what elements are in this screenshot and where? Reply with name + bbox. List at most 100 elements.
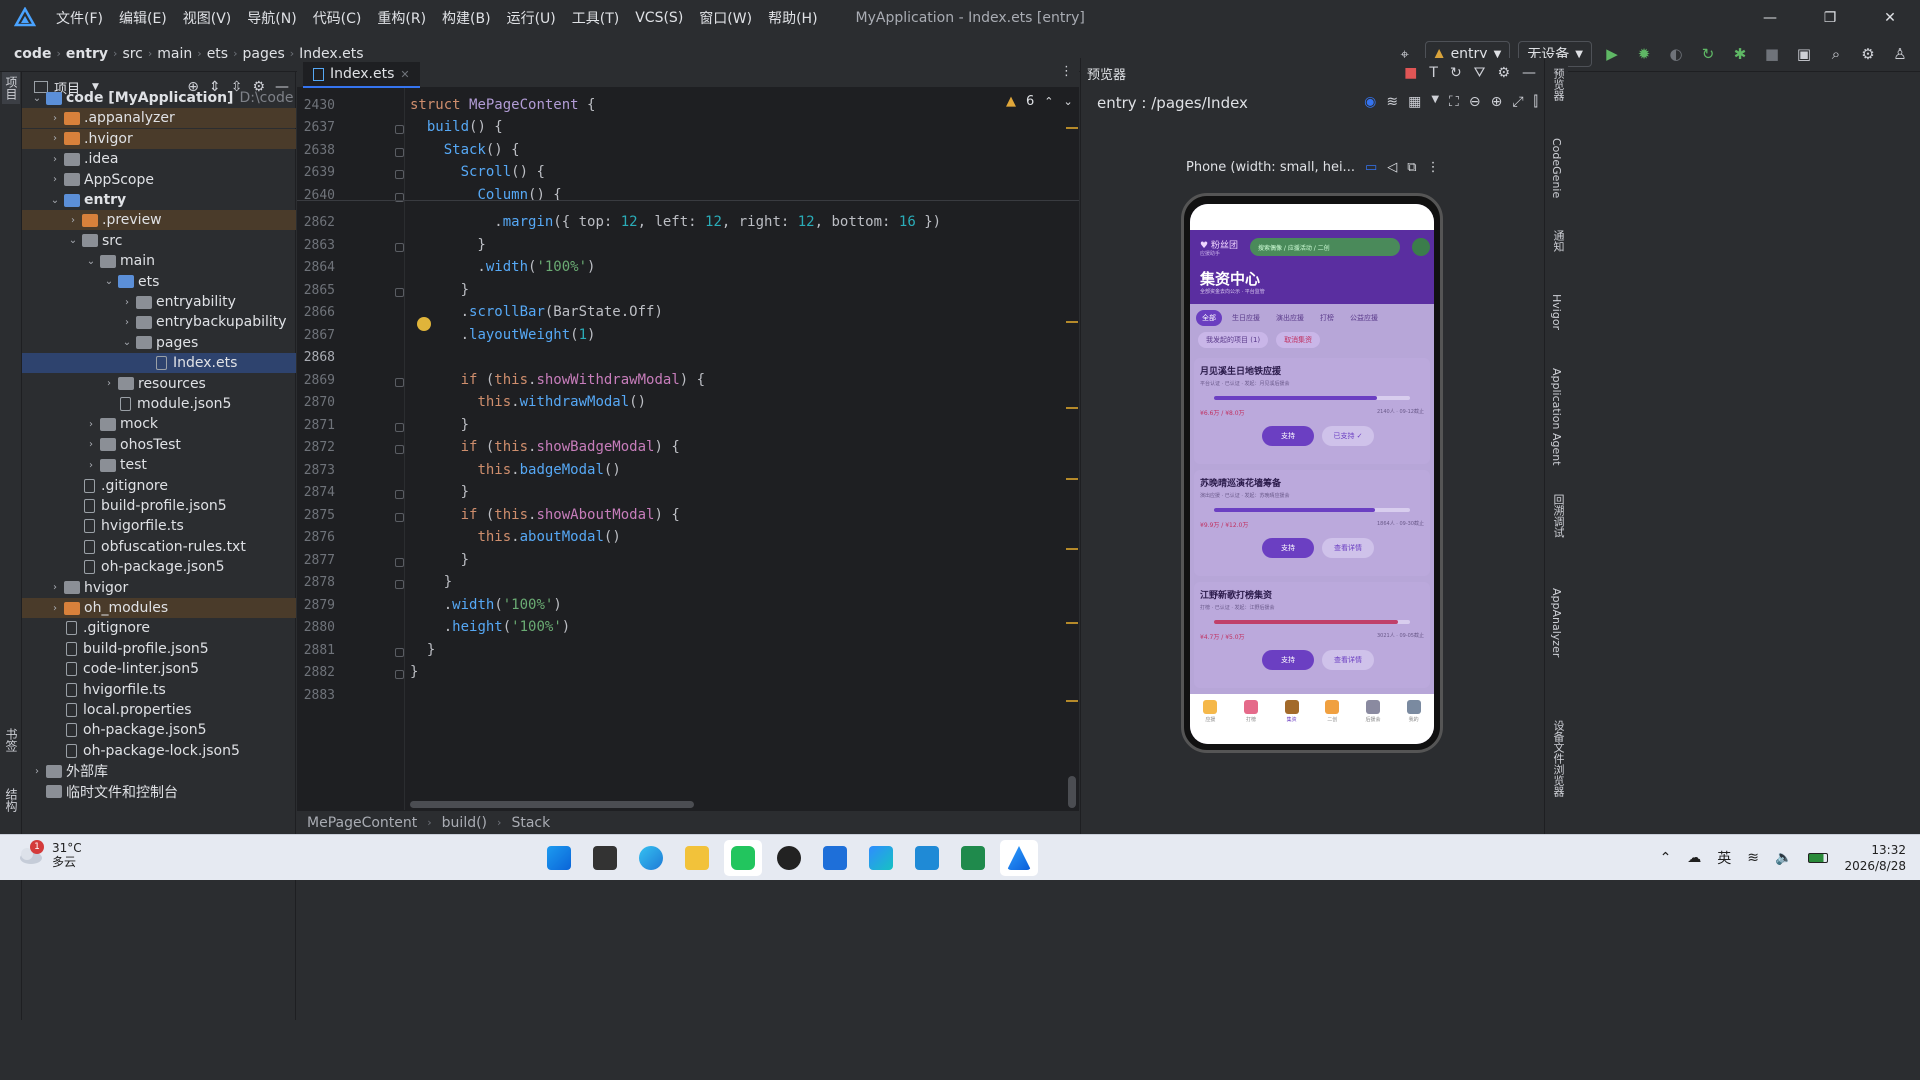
close-tab-icon[interactable]: ✕: [400, 68, 409, 81]
chevron-down-icon[interactable]: ⌄: [48, 195, 62, 206]
fold-marker-icon[interactable]: [395, 558, 404, 567]
fold-marker-icon[interactable]: [395, 490, 404, 499]
warning-marker[interactable]: [1066, 321, 1078, 323]
taskbar-app-task-view[interactable]: [586, 840, 624, 876]
minimize-button[interactable]: —: [1740, 0, 1800, 36]
right-tool-button[interactable]: Hvigor: [1550, 294, 1563, 330]
menu-item[interactable]: 帮助(H): [760, 8, 825, 28]
chevron-right-icon[interactable]: ›: [102, 378, 116, 389]
project-tree-item[interactable]: › .idea: [22, 149, 296, 169]
device-selector[interactable]: Phone (width: small, hei... ▭ ◁ ⧉ ⋮: [1186, 160, 1440, 175]
warning-marker[interactable]: [1066, 622, 1078, 624]
fundraising-card[interactable]: 江野新歌打榜集资 打榜 · 已认证 · 发起：江野后援会 ¥4.7万 / ¥5.0万…: [1194, 582, 1430, 688]
menu-item[interactable]: 构建(B): [434, 8, 499, 28]
project-tree-item[interactable]: local.properties: [22, 700, 296, 720]
menu-item[interactable]: 文件(F): [48, 8, 111, 28]
inspector-icon[interactable]: ◉: [1364, 94, 1376, 110]
zoom-in-icon[interactable]: ⊕: [1491, 94, 1503, 110]
profile-icon[interactable]: ◐: [1664, 42, 1688, 66]
restore-button[interactable]: ❐: [1800, 0, 1860, 36]
project-tree-item[interactable]: code-linter.json5: [22, 659, 296, 679]
right-tool-button[interactable]: AppAnalyzer: [1550, 588, 1563, 657]
cloud-sync-icon[interactable]: ☁: [1687, 850, 1701, 866]
warning-marker[interactable]: [1066, 700, 1078, 702]
project-tree-item[interactable]: › test: [22, 455, 296, 475]
code-breadcrumb-item[interactable]: MePageContent: [307, 815, 417, 831]
project-tree-item[interactable]: .gitignore: [22, 618, 296, 638]
inspection-widget[interactable]: ▲ 6 ⌃ ⌄: [1006, 94, 1073, 109]
run-icon[interactable]: ▶: [1600, 42, 1624, 66]
start-button[interactable]: [540, 840, 578, 876]
lightbulb-icon[interactable]: [417, 317, 431, 331]
taskbar-app-edge[interactable]: [632, 840, 670, 876]
app-tab[interactable]: 演出应援: [1270, 310, 1310, 326]
battery-icon[interactable]: [1808, 853, 1829, 863]
chevron-right-icon[interactable]: ›: [84, 439, 98, 450]
chevron-up-icon[interactable]: ⌃: [1660, 850, 1672, 866]
project-tool-button[interactable]: 项目: [2, 72, 20, 104]
support-button[interactable]: 支持: [1262, 650, 1314, 670]
screen-icon[interactable]: ▭: [1365, 160, 1377, 175]
project-tree-item[interactable]: ⌄ code [MyApplication] D:\code: [22, 88, 296, 108]
layers-icon[interactable]: ≋: [1386, 94, 1398, 110]
menu-item[interactable]: 运行(U): [499, 8, 564, 28]
project-tree-item[interactable]: › ohosTest: [22, 435, 296, 455]
back-icon[interactable]: ◁: [1387, 160, 1397, 175]
project-tree-item[interactable]: build-profile.json5: [22, 496, 296, 516]
app-nav-item[interactable]: 打榜: [1236, 700, 1266, 744]
fold-marker-icon[interactable]: [395, 580, 404, 589]
rotate-icon[interactable]: ⧉: [1407, 160, 1416, 175]
secondary-button[interactable]: 查看详情: [1322, 650, 1374, 670]
avatar[interactable]: [1412, 238, 1430, 256]
project-tree-item[interactable]: hvigorfile.ts: [22, 680, 296, 700]
right-tool-button[interactable]: 设备文件浏览器: [1550, 720, 1566, 797]
hide-panel-icon[interactable]: —: [1522, 65, 1536, 81]
chevron-right-icon[interactable]: ›: [84, 460, 98, 471]
close-button[interactable]: ✕: [1860, 0, 1920, 36]
chevron-right-icon[interactable]: ›: [48, 174, 62, 185]
right-tool-button[interactable]: CodeGenie: [1550, 138, 1563, 198]
taskbar-app-store[interactable]: [816, 840, 854, 876]
warning-marker[interactable]: [1066, 548, 1078, 550]
fit-icon[interactable]: ⛶: [1449, 94, 1459, 110]
project-tree-item[interactable]: .gitignore: [22, 476, 296, 496]
chevron-right-icon[interactable]: ›: [120, 297, 134, 308]
app-search-input[interactable]: 搜索偶像 / 应援活动 / 二创: [1250, 238, 1400, 256]
fold-marker-icon[interactable]: [395, 378, 404, 387]
refresh-icon[interactable]: ↻: [1450, 65, 1462, 81]
gear-icon[interactable]: ⚙: [1497, 65, 1510, 81]
taskbar-app-feishu[interactable]: [862, 840, 900, 876]
chevron-down-icon[interactable]: ⌄: [30, 93, 44, 104]
code-editor[interactable]: struct MePageContent { build() { Stack()…: [405, 88, 1079, 810]
horizontal-scrollbar[interactable]: [410, 801, 694, 808]
wifi-icon[interactable]: ≋: [1747, 850, 1759, 866]
fold-marker-icon[interactable]: [395, 513, 404, 522]
project-tree-item[interactable]: Index.ets: [22, 353, 296, 374]
structure-tool-button[interactable]: 结构: [3, 788, 20, 812]
app-nav-item[interactable]: 我的: [1399, 700, 1429, 744]
right-tool-button[interactable]: Application Agent: [1550, 368, 1563, 466]
breadcrumb-item[interactable]: src: [122, 46, 142, 62]
clock[interactable]: 13:32 2026/8/28: [1844, 842, 1906, 874]
breadcrumb-item[interactable]: main: [157, 46, 192, 62]
ime-indicator[interactable]: 英: [1717, 848, 1731, 868]
chevron-down-icon[interactable]: ▼: [1431, 94, 1439, 110]
chevron-right-icon[interactable]: ›: [48, 603, 62, 614]
fold-marker-icon[interactable]: [395, 125, 404, 134]
menu-item[interactable]: 编辑(E): [111, 8, 175, 28]
project-tree-item[interactable]: 临时文件和控制台: [22, 782, 296, 802]
project-tree-item[interactable]: › entrybackupability: [22, 312, 296, 332]
taskbar-app-excel[interactable]: [954, 840, 992, 876]
app-chip[interactable]: 取消集资: [1276, 332, 1321, 348]
project-tree-item[interactable]: module.json5: [22, 394, 296, 414]
project-tree-item[interactable]: ⌄ ets: [22, 272, 296, 292]
grid-icon[interactable]: ▦: [1408, 94, 1421, 110]
app-tab[interactable]: 生日应援: [1226, 310, 1266, 326]
menu-item[interactable]: 导航(N): [239, 8, 304, 28]
project-tree-item[interactable]: › entryability: [22, 292, 296, 312]
warning-marker[interactable]: [1066, 407, 1078, 409]
chevron-down-icon[interactable]: ⌄: [66, 235, 80, 246]
menu-item[interactable]: VCS(S): [627, 10, 691, 26]
project-tree-item[interactable]: oh-package.json5: [22, 557, 296, 577]
chevron-down-icon[interactable]: ⌄: [120, 337, 134, 348]
